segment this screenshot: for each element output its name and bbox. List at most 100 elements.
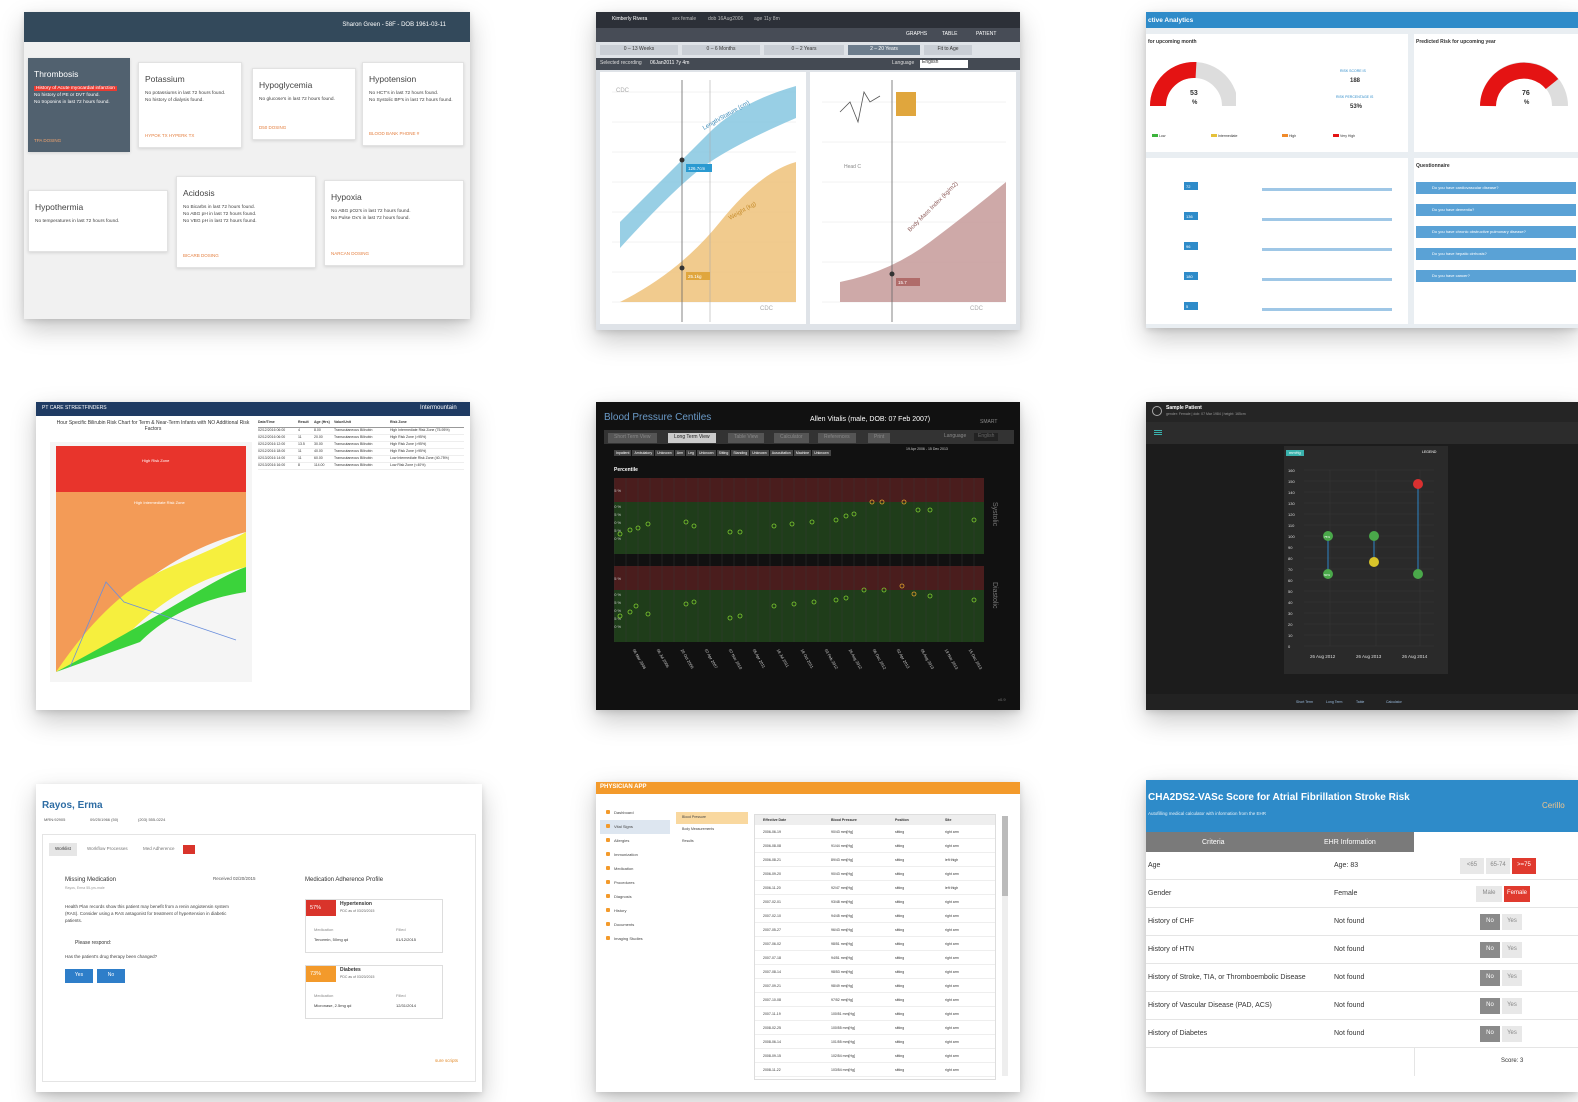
table-cell: 2006-06-19 — [763, 830, 781, 834]
menu-icon[interactable] — [1154, 430, 1162, 431]
question-button[interactable]: Do you have chronic obstructive pulmonar… — [1416, 226, 1576, 238]
filter-chip[interactable]: Unknown — [697, 450, 716, 456]
no-button[interactable]: No — [1480, 998, 1500, 1014]
range-slider[interactable] — [1262, 188, 1392, 191]
nav-item[interactable]: Vital Signs — [600, 820, 670, 834]
no-button[interactable]: No — [97, 969, 125, 983]
subnav-item[interactable]: Results — [676, 836, 748, 848]
nav-item[interactable]: Immunization — [600, 848, 670, 862]
nav-item[interactable]: Procedures — [600, 876, 670, 890]
tab-worklist[interactable]: Worklist — [49, 843, 77, 856]
yes-button[interactable]: Yes — [1502, 1026, 1522, 1042]
print-button[interactable]: Print — [868, 433, 891, 443]
potassium-card[interactable]: Potassium No potassiums in last 72 hours… — [138, 62, 242, 148]
question-button[interactable]: Do you have cardiovascular disease? — [1416, 182, 1576, 194]
question-button[interactable]: Do you have dementia? — [1416, 204, 1576, 216]
yes-button[interactable]: Yes — [1502, 970, 1522, 986]
yes-button[interactable]: Yes — [65, 969, 93, 983]
thrombosis-card[interactable]: Thrombosis History of Acute myocardial i… — [28, 58, 130, 152]
hypoxia-card[interactable]: Hypoxia No ABG pO2's in last 72 hours fo… — [324, 180, 464, 266]
hypoglycemia-card[interactable]: Hypoglycemia No glucose's in last 72 hou… — [252, 68, 356, 140]
nav-item[interactable]: Dashboard — [600, 806, 670, 820]
table-cell: 30.00 — [314, 442, 323, 446]
graphs-button[interactable]: GRAPHS — [906, 31, 927, 38]
filter-chip[interactable]: Arm — [674, 450, 686, 456]
filter-chip[interactable]: Unknown — [812, 450, 831, 456]
tab-med-adherence[interactable]: Med Adherence — [143, 846, 175, 852]
range-slider[interactable] — [1262, 308, 1392, 311]
age-option-button[interactable]: >=75 — [1512, 858, 1536, 874]
table-row: 2007-08-14 98/53 mm[Hg] sitting right arm — [755, 965, 995, 979]
acidosis-card[interactable]: Acidosis No Bicarbs in last 72 hours fou… — [176, 176, 316, 268]
filter-chip[interactable]: Machine — [793, 450, 812, 456]
narcan-dosing-link[interactable]: NARCAN DOSING — [331, 251, 369, 257]
yes-button[interactable]: Yes — [1502, 998, 1522, 1014]
gender-option-button[interactable]: Female — [1504, 886, 1530, 902]
filter-chip[interactable]: Standing — [731, 450, 750, 456]
hypothermia-card[interactable]: Hypothermia No temperatures in last 72 h… — [28, 190, 168, 252]
no-button[interactable]: No — [1480, 970, 1500, 986]
no-button[interactable]: No — [1480, 942, 1500, 958]
age-option-button[interactable]: 65-74 — [1486, 858, 1510, 874]
yes-button[interactable]: Yes — [1502, 914, 1522, 930]
question-button[interactable]: Do you have hepatic cirrhosis? — [1416, 248, 1576, 260]
tab-0-13-weeks[interactable]: 0 – 13 Weeks — [600, 45, 678, 55]
nav-item[interactable]: Calculator — [1386, 700, 1402, 704]
nav-item[interactable]: Documents — [600, 918, 670, 932]
nav-item[interactable]: Long Term — [1326, 700, 1342, 704]
table-cell: Transcutaneous Bilirubin — [334, 442, 373, 446]
filter-chip[interactable]: Leg — [686, 450, 696, 456]
nav-item[interactable]: Imaging Studies — [600, 932, 670, 946]
filter-chip[interactable]: Ambulatory — [632, 450, 655, 456]
nav-item[interactable]: Table — [1356, 700, 1364, 704]
subnav-item[interactable]: Body Measurements — [676, 824, 748, 836]
bicarb-dosing-link[interactable]: BICARB DOSING — [183, 253, 219, 259]
filter-chip[interactable]: Auscultation — [769, 450, 793, 456]
badge-unit: mg/dL — [1186, 309, 1198, 314]
patient-button[interactable]: PATIENT — [976, 31, 996, 38]
range-slider[interactable] — [1262, 218, 1392, 221]
yes-button[interactable]: Yes — [1502, 942, 1522, 958]
filter-chip[interactable]: Unknown — [655, 450, 674, 456]
tab-fit-to-age[interactable]: Fit to Age — [924, 45, 972, 55]
age-option-button[interactable]: <65 — [1460, 858, 1484, 874]
tab-calculator[interactable]: Calculator — [774, 433, 809, 443]
no-button[interactable]: No — [1480, 914, 1500, 930]
nav-item[interactable]: Medication — [600, 862, 670, 876]
tab-references[interactable]: References — [818, 433, 856, 443]
range-slider[interactable] — [1262, 278, 1392, 281]
potassium-links[interactable]: HYPOK TX HYPERK TX — [145, 133, 194, 139]
nav-item[interactable]: Diagnosis — [600, 890, 670, 904]
nav-item[interactable]: Allergies — [600, 834, 670, 848]
tab-short-term[interactable]: Short Term View — [608, 433, 657, 443]
table-button[interactable]: TABLE — [942, 31, 957, 38]
scrollbar[interactable] — [1002, 816, 1008, 1076]
language-select[interactable]: English — [920, 59, 968, 68]
subnav-item[interactable]: Blood Pressure — [676, 812, 748, 824]
tpa-dosing-link[interactable]: TPA DOSING — [34, 138, 61, 144]
question-button[interactable]: Do you have cancer? — [1416, 270, 1576, 282]
blood-bank-link[interactable]: BLOOD BANK PHONE # — [369, 131, 419, 137]
filter-chip[interactable]: Sitting — [716, 450, 731, 456]
value-badge: 180 mEq/L — [1184, 272, 1198, 284]
tab-2-20-years[interactable]: 2 – 20 Years — [848, 45, 920, 55]
legend-button[interactable]: LEGEND — [1422, 450, 1436, 455]
nav-item[interactable]: History — [600, 904, 670, 918]
filter-chip[interactable]: Inpatient — [614, 450, 632, 456]
hypotension-card[interactable]: Hypotension No HCT's in last 72 hours fo… — [362, 62, 464, 146]
range-slider[interactable] — [1262, 248, 1392, 251]
d50-dosing-link[interactable]: D50 DOSING — [259, 125, 286, 131]
no-button[interactable]: No — [1480, 1026, 1500, 1042]
table-cell: sitting — [895, 830, 905, 834]
gender-option-button[interactable]: Male — [1476, 886, 1502, 902]
tab-workflow[interactable]: Workflow Processes — [87, 846, 128, 852]
tab-0-6-months[interactable]: 0 – 6 Months — [682, 45, 760, 55]
tab-table-view[interactable]: Table View — [728, 433, 765, 443]
tab-long-term[interactable]: Long Term View — [668, 433, 716, 443]
app-title: Blood Pressure Centiles — [604, 412, 712, 423]
nav-item[interactable]: Short Term — [1296, 700, 1313, 704]
tab-0-2-years[interactable]: 0 – 2 Years — [764, 45, 844, 55]
filter-chip[interactable]: Unknown — [750, 450, 769, 456]
language-select[interactable]: English — [974, 433, 999, 441]
unit-toggle[interactable]: mmHg — [1286, 450, 1304, 457]
